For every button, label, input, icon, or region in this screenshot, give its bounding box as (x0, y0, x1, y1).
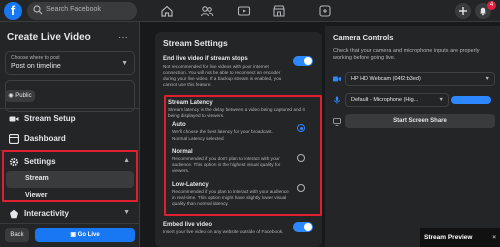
video-camera-icon (9, 116, 19, 122)
camera-row: HP HD Webcam (04f2:b3ed) ▼ (333, 72, 495, 86)
live-icon: ▣ (70, 232, 78, 238)
camera-controls-description: Check that your camera and microphone in… (333, 48, 480, 61)
sidebar: Create Live Video ··· Choose where to po… (0, 22, 140, 247)
top-bar: f Search Facebook 4 (0, 0, 500, 22)
search-input[interactable]: Search Facebook (27, 2, 137, 20)
sidebar-item-dashboard[interactable]: Dashboard (0, 129, 140, 149)
search-icon (33, 5, 43, 15)
embed-toggle[interactable] (293, 222, 313, 232)
camera-controls-title: Camera Controls (333, 33, 394, 42)
microphone-select-value: Default - Microphone (Hig... (351, 97, 419, 103)
search-placeholder: Search Facebook (46, 6, 101, 13)
home-icon[interactable] (160, 4, 174, 18)
microphone-row: Default - Microphone (Hig... ▼ (333, 93, 495, 107)
post-destination-value: Post on timeline (11, 63, 61, 70)
screen-share-icon (333, 118, 341, 126)
post-destination-select[interactable]: Choose where to post Post on timeline ▼ (5, 51, 135, 75)
stream-preview-bar[interactable]: Stream Preview × (420, 228, 500, 247)
chevron-down-icon: ▼ (438, 97, 444, 103)
marketplace-icon[interactable] (272, 4, 286, 18)
more-options-icon[interactable]: ··· (118, 32, 132, 44)
chevron-down-icon: ▼ (484, 76, 490, 82)
highlight-box-settings (2, 150, 138, 202)
camera-icon (333, 76, 341, 82)
close-icon[interactable]: × (492, 228, 496, 247)
end-live-toggle[interactable] (293, 56, 313, 66)
facebook-logo[interactable]: f (4, 2, 22, 20)
plus-icon (459, 7, 467, 15)
audience-label: Public (15, 93, 32, 99)
camera-select-value: HP HD Webcam (04f2:b3ed) (351, 76, 421, 82)
back-button[interactable]: Back (5, 228, 29, 242)
end-live-description: Not recommended for live videos with poo… (163, 64, 282, 87)
gaming-icon[interactable] (318, 4, 332, 18)
stream-settings-title: Stream Settings (163, 38, 228, 48)
post-destination-label: Choose where to post (11, 55, 60, 61)
interactivity-icon (10, 209, 18, 219)
dashboard-icon (9, 134, 19, 144)
friends-icon[interactable] (200, 4, 214, 18)
microphone-select[interactable]: Default - Microphone (Hig... ▼ (345, 93, 449, 107)
audience-button[interactable]: ◉ Public (5, 90, 35, 102)
end-live-title: End live video if stream stops (163, 56, 248, 62)
sidebar-item-label: Interactivity (24, 209, 69, 218)
watch-icon[interactable] (237, 4, 251, 18)
start-screen-share-button[interactable]: Start Screen Share (345, 114, 495, 128)
embed-title: Embed live video (163, 222, 213, 228)
microphone-icon (334, 96, 340, 104)
go-live-label: Go Live (77, 232, 100, 238)
camera-select[interactable]: HP HD Webcam (04f2:b3ed) ▼ (345, 72, 495, 86)
sidebar-item-label: Stream Setup (24, 114, 76, 123)
page-title: Create Live Video (7, 32, 91, 43)
sidebar-item-label: Dashboard (24, 134, 66, 143)
sidebar-item-stream-setup[interactable]: Stream Setup (0, 109, 140, 129)
chevron-down-icon: ▼ (123, 209, 130, 216)
camera-controls-panel: Camera Controls Check that your camera a… (325, 26, 500, 247)
highlight-box-latency (164, 95, 322, 216)
stream-preview-label: Stream Preview (424, 234, 473, 241)
sidebar-item-interactivity[interactable]: Interactivity ▼ (0, 204, 140, 224)
embed-description: Insert your live video on any website ou… (163, 229, 284, 234)
microphone-level-meter (451, 96, 491, 104)
notification-badge: 4 (487, 1, 496, 10)
create-button[interactable] (455, 3, 471, 19)
chevron-down-icon: ▼ (121, 60, 128, 67)
go-live-button[interactable]: ▣ Go Live (35, 228, 135, 242)
divider (0, 223, 140, 224)
